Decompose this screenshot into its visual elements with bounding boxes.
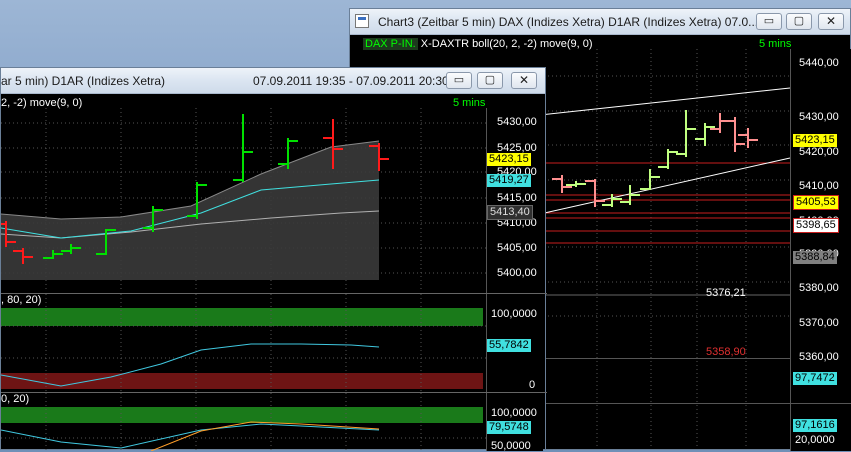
close-icon: ✕ xyxy=(518,73,530,87)
oscillator2-line xyxy=(1,423,380,449)
chart3-red-level-badge: 5398,65 xyxy=(793,218,839,233)
chart2-last-price-badge: 5423,15 xyxy=(487,153,531,166)
chart3-annotation-low: 5358,90 xyxy=(706,346,746,358)
chart2-tick: 5405,00 xyxy=(497,242,537,254)
chart2-osc1-bottom-tick: 0 xyxy=(529,379,536,391)
chart2-osc1-label: , 80, 20) xyxy=(1,294,42,306)
oversold-zone xyxy=(1,373,483,389)
chart2-osc1-divider xyxy=(1,293,547,294)
chart3-titlebar[interactable]: Chart3 (Zeitbar 5 min) DAX (Indizes Xetr… xyxy=(350,9,850,35)
chart3-tick: 5420,00 xyxy=(799,146,839,158)
overbought-zone xyxy=(1,407,483,423)
chart2-titlebar[interactable]: ar 5 min) D1AR (Indizes Xetra) 07.09.201… xyxy=(1,68,545,94)
chart3-grey-level-badge: 5388,84 xyxy=(793,251,837,264)
chart3-osc1-divider xyxy=(540,358,790,359)
chart2-osc2-top-tick: 100,0000 xyxy=(491,407,537,419)
chart3-osc2-divider xyxy=(540,403,851,404)
chart2-minimize-button[interactable]: ▭ xyxy=(446,72,472,89)
chart2-osc2-divider xyxy=(1,392,547,393)
chart3-tick: 5410,00 xyxy=(799,180,839,192)
bollinger-middle-line xyxy=(1,210,380,239)
chart3-study-label: DAX P-IN. X-DAXTR boll(20, 2, -2) move(9… xyxy=(363,38,593,50)
chart3-tick: 5440,00 xyxy=(799,57,839,69)
moving-average-line xyxy=(1,179,380,239)
chart3-osc1-value-badge: 97,7472 xyxy=(793,372,837,385)
chart3-maximize-button[interactable]: ▢ xyxy=(786,13,812,30)
chart-window-icon xyxy=(355,14,369,28)
chart2-lower-band-badge: 5413,40 xyxy=(487,205,533,220)
chart2-study-label: 2, -2) move(9, 0) xyxy=(1,97,83,109)
overbought-zone xyxy=(1,308,483,326)
chart3-tick: 5430,00 xyxy=(799,111,839,123)
chart3-interval: 5 mins xyxy=(759,38,792,50)
channel-upper-line xyxy=(539,87,791,116)
chart3-minimize-button[interactable]: ▭ xyxy=(756,13,782,30)
chart2-osc1-value-badge: 55,7842 xyxy=(487,339,531,352)
chart2-tick: 5430,00 xyxy=(497,116,537,128)
chart2-maximize-button[interactable]: ▢ xyxy=(477,72,503,89)
chart2-tick: 5415,00 xyxy=(497,192,537,204)
chart3-title: Chart3 (Zeitbar 5 min) DAX (Indizes Xetr… xyxy=(378,15,759,29)
chart2-tick: 5400,00 xyxy=(497,267,537,279)
chart2-interval: 5 mins xyxy=(453,97,486,109)
chart2-ma-price-badge: 5419,27 xyxy=(487,174,531,187)
close-icon: ✕ xyxy=(825,14,837,28)
maximize-icon: ▢ xyxy=(793,15,805,27)
chart2-close-button[interactable]: ✕ xyxy=(511,72,537,89)
chart3-osc2-bottom-tick: 20,0000 xyxy=(795,434,835,446)
chart2-price-plot[interactable] xyxy=(1,68,547,451)
minimize-icon: ▭ xyxy=(453,74,465,86)
chart2-date-range: 07.09.2011 19:35 - 07.09.2011 20:30 xyxy=(253,74,449,88)
chart3-study-symbol: DAX P-IN. xyxy=(363,38,418,50)
chart3-annotation-high: 5376,21 xyxy=(706,287,746,299)
bollinger-upper-line xyxy=(1,140,380,220)
maximize-icon: ▢ xyxy=(484,74,496,86)
chart3-red-level-badge: 5405,53 xyxy=(793,195,839,210)
chart3-study-text: X-DAXTR boll(20, 2, -2) move(9, 0) xyxy=(420,38,593,50)
chart3-tick: 5370,00 xyxy=(799,317,839,329)
chart3-tick: 5360,00 xyxy=(799,351,839,363)
chart2-osc2-value-badge: 79,5748 xyxy=(487,421,531,434)
chart2-title: ar 5 min) D1AR (Indizes Xetra) xyxy=(1,74,166,88)
chart3-osc2-value-badge: 97,1616 xyxy=(793,419,837,432)
bollinger-band-area xyxy=(1,141,379,280)
oscillator1-line xyxy=(1,343,380,387)
chart3-last-price-badge: 5423,15 xyxy=(793,134,837,147)
chart2-osc2-bottom-tick: 50,0000 xyxy=(491,440,531,452)
chart2-osc1-top-tick: 100,0000 xyxy=(491,308,537,320)
minimize-icon: ▭ xyxy=(763,15,775,27)
chart3-close-button[interactable]: ✕ xyxy=(818,13,844,30)
chart3-price-axis[interactable]: 5440,00 5430,00 5420,00 5410,00 5400,00 … xyxy=(790,49,851,451)
chart3-tick: 5380,00 xyxy=(799,282,839,294)
channel-lower-line xyxy=(539,157,791,215)
chart2-osc2-label: 0, 20) xyxy=(1,393,30,405)
oscillator2-signal-line xyxy=(150,421,380,451)
chart2-window[interactable]: ar 5 min) D1AR (Indizes Xetra) 07.09.201… xyxy=(0,67,547,452)
